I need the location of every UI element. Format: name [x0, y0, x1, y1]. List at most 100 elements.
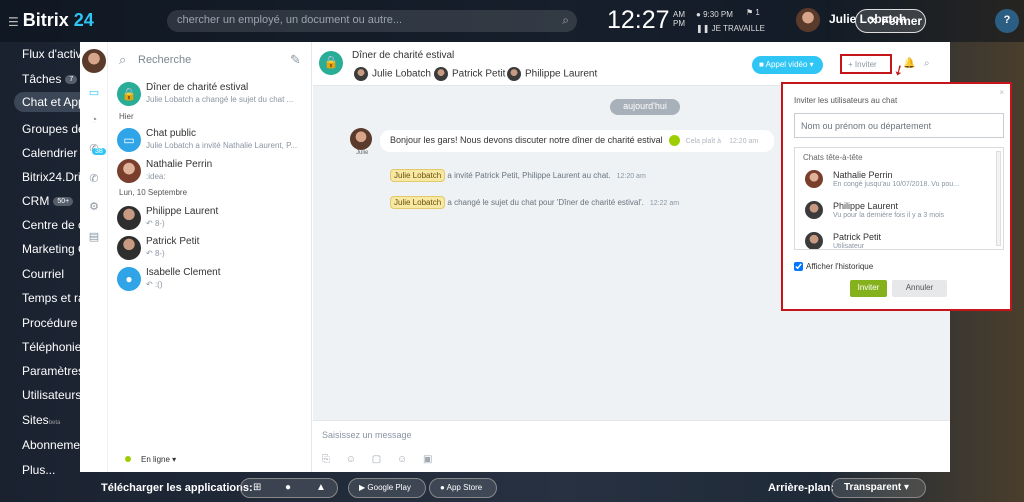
list-item[interactable]: Patrick Petit ↶ 8-): [109, 236, 312, 266]
avatar: [805, 232, 823, 249]
list-item[interactable]: Nathalie Perrin En congé jusqu'au 10/07/…: [803, 170, 993, 196]
notifications-icon[interactable]: ◔: [86, 114, 102, 130]
format-icon[interactable]: ▢: [372, 454, 381, 465]
search-icon: ⌕: [119, 52, 127, 67]
section-label: Chats tête-à-tête: [803, 153, 863, 162]
participant[interactable]: Patrick Petit: [434, 67, 505, 81]
online-status[interactable]: En ligne ▾: [125, 455, 176, 464]
video-call-button[interactable]: ■ Appel vidéo ▾: [752, 56, 823, 74]
chat-search-icon[interactable]: ⌕: [924, 58, 930, 69]
flag-icon: ⚑: [746, 8, 754, 17]
menu-item-calendar[interactable]: Calendrier: [22, 146, 77, 160]
public-chat-icon: ▭: [117, 128, 141, 152]
date-separator: aujourd'hui: [610, 99, 680, 115]
menu-item-users[interactable]: Utilisateurs: [22, 388, 81, 402]
compose-icon[interactable]: ✎: [290, 52, 301, 68]
message-bubble[interactable]: Bonjour les gars! Nous devons discuter n…: [380, 130, 774, 152]
my-avatar[interactable]: [82, 49, 106, 73]
menu-item-crm[interactable]: CRM 50+: [22, 194, 74, 208]
chat-header: 🔒 Dîner de charité estival Julie Lobatch…: [313, 42, 950, 86]
recent-list: ⌕ Recherche ✎ 🔒 Dîner de charité estival…: [109, 42, 312, 472]
invite-confirm-button[interactable]: Inviter: [850, 280, 887, 297]
close-icon: ✕: [868, 14, 879, 28]
invite-user-list: Chats tête-à-tête Nathalie Perrin En con…: [794, 147, 1004, 250]
google-play-icon: ▶: [359, 483, 366, 492]
background-label: Arrière-plan:: [768, 482, 835, 494]
apple-icon[interactable]: ●: [285, 482, 291, 493]
scrollbar[interactable]: [996, 151, 1001, 246]
google-play-button[interactable]: ▶ Google Play: [348, 478, 426, 498]
lock-icon: 🔒: [319, 51, 343, 75]
system-message: Julie Lobatch a invité Patrick Petit, Ph…: [390, 169, 646, 182]
menu-item-mail[interactable]: Courriel: [22, 267, 64, 281]
emoji-icon[interactable]: ☺: [397, 454, 407, 465]
close-button[interactable]: ✕ Fermer: [855, 9, 926, 33]
avatar: [805, 201, 823, 219]
history-checkbox-input[interactable]: [794, 262, 803, 272]
message-input-area[interactable]: Saisissez un message ⎘ ☺ ▢ ☺ ▣: [313, 420, 950, 472]
system-message: Julie Lobatch a changé le sujet du chat …: [390, 196, 679, 209]
list-item[interactable]: Philippe Laurent Vu pour la dernière foi…: [803, 201, 993, 227]
close-icon[interactable]: ×: [999, 88, 1004, 97]
feedback-icon[interactable]: ▤: [86, 230, 102, 246]
download-label: Télécharger les applications:: [101, 482, 253, 494]
mention-icon[interactable]: ☺: [346, 454, 356, 465]
clock-ampm: AM PM: [673, 10, 685, 28]
list-item[interactable]: Nathalie Perrin :idea:: [109, 159, 312, 189]
list-item[interactable]: Philippe Laurent ↶ 8-): [109, 206, 312, 236]
chat-title[interactable]: Dîner de charité estival: [352, 50, 454, 61]
tasks-badge: 7: [65, 75, 78, 85]
flag-counter[interactable]: ⚑ 1: [746, 8, 760, 17]
help-button[interactable]: ?: [995, 9, 1019, 33]
app-store-button[interactable]: ● App Store: [429, 478, 497, 498]
attach-icon[interactable]: ⎘: [322, 454, 330, 465]
crm-badge: 50+: [53, 197, 74, 207]
list-item[interactable]: Patrick Petit Utilisateur: [803, 232, 993, 249]
list-item[interactable]: 🔒 Dîner de charité estival Julie Lobatch…: [109, 82, 312, 112]
list-item[interactable]: ● Isabelle Clement ↶ :(): [109, 267, 312, 297]
menu-item-sites[interactable]: Sitesbeta: [22, 413, 60, 427]
global-search-input[interactable]: chercher un employé, un document ou autr…: [167, 10, 577, 32]
phone-icon[interactable]: ✆: [86, 172, 102, 188]
menu-item-tasks[interactable]: Tâches 7: [22, 72, 78, 86]
top-bar: ☰ Bitrix 24 chercher un employé, un docum…: [0, 0, 1024, 42]
bell-icon: ●: [696, 10, 701, 19]
menu-icon[interactable]: ☰: [8, 15, 19, 29]
avatar: [354, 67, 368, 81]
chat-bubble-icon[interactable]: ▭: [86, 86, 102, 102]
avatar: [117, 159, 141, 183]
avatar: [117, 236, 141, 260]
list-item[interactable]: ▭ Chat public Julie Lobatch a invité Nat…: [109, 128, 312, 158]
bottom-bar: Télécharger les applications: ⊞ ● ▲ ▶ Go…: [0, 474, 1024, 502]
invite-button[interactable]: + Inviter: [840, 54, 892, 74]
snippet-icon[interactable]: ▣: [423, 454, 432, 465]
input-toolbar: ⎘ ☺ ▢ ☺ ▣: [322, 454, 445, 465]
background-select[interactable]: Transparent ▾: [831, 478, 926, 498]
linux-icon[interactable]: ▲: [316, 482, 326, 493]
windows-icon[interactable]: ⊞: [253, 482, 261, 493]
section-label: Lun, 10 Septembre: [119, 188, 188, 197]
camera-icon: ■: [759, 60, 764, 69]
history-checkbox[interactable]: Afficher l'historique: [794, 262, 873, 272]
participant[interactable]: Julie Lobatch: [354, 67, 431, 81]
desktop-apps-group: ⊞ ● ▲: [240, 478, 338, 498]
menu-item-settings[interactable]: Paramètres: [22, 364, 84, 378]
avatar: [434, 67, 448, 81]
gear-icon[interactable]: ⚙: [86, 200, 102, 216]
message-input[interactable]: Saisissez un message: [322, 430, 412, 440]
menu-item-telephony[interactable]: Téléphonie: [22, 340, 81, 354]
recent-search-input[interactable]: Recherche: [138, 54, 191, 66]
logo[interactable]: ☰ Bitrix 24: [8, 10, 94, 31]
user-icon: ●: [117, 267, 141, 291]
clock: 12:27: [607, 6, 670, 34]
invite-search-input[interactable]: Nom ou prénom ou département: [794, 113, 1004, 138]
notification-badge: 38: [92, 148, 106, 155]
message-avatar[interactable]: [350, 128, 372, 150]
participant[interactable]: Philippe Laurent: [507, 67, 597, 81]
status-dot: [125, 456, 131, 462]
avatar: [507, 67, 521, 81]
user-avatar[interactable]: [796, 8, 820, 32]
cancel-button[interactable]: Annuler: [892, 280, 947, 297]
like-icon[interactable]: [668, 135, 680, 147]
section-label: Hier: [119, 112, 134, 121]
